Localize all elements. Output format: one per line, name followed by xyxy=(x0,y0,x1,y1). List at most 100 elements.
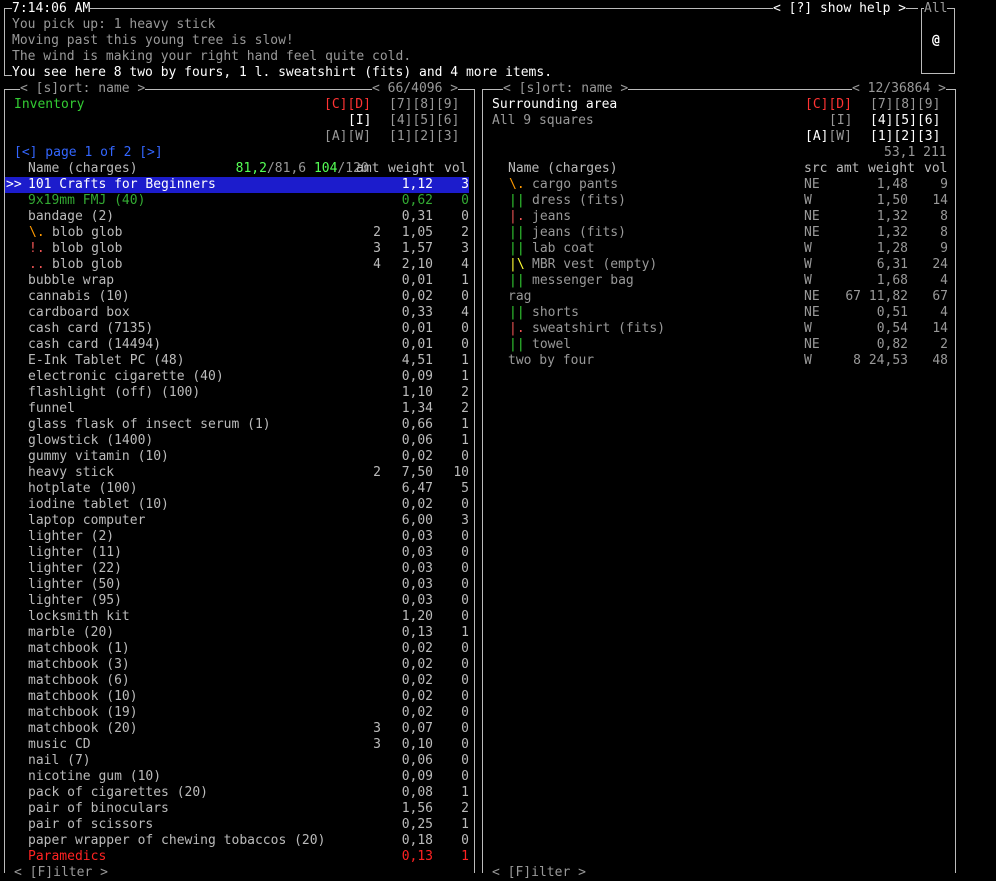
surrounding-row[interactable]: \. cargo pants NE 1,48 9 xyxy=(483,177,953,193)
item-name: cannabis (10) xyxy=(28,289,130,304)
surrounding-row[interactable]: two by four W 8 24,53 48 xyxy=(483,353,953,369)
surrounding-row[interactable]: || towel NE 0,82 2 xyxy=(483,337,953,353)
inventory-row[interactable]: Paramedics 0,13 1 xyxy=(5,849,469,865)
item-weight: 0,01 xyxy=(401,321,433,336)
inventory-row[interactable]: matchbook (10) 0,02 0 xyxy=(5,689,469,705)
item-amount: 3 xyxy=(373,737,381,752)
item-volume: 0 xyxy=(461,193,469,208)
page-navigator[interactable]: [<] page 1 of 2 [>] xyxy=(14,145,163,161)
inventory-row[interactable]: cardboard box 0,33 4 xyxy=(5,305,469,321)
item-name: pair of scissors xyxy=(28,817,154,832)
inventory-row[interactable]: matchbook (1) 0,02 0 xyxy=(5,641,469,657)
inventory-row[interactable]: pair of scissors 0,25 1 xyxy=(5,817,469,833)
inventory-row[interactable]: lighter (50) 0,03 0 xyxy=(5,577,469,593)
inventory-row[interactable]: cash card (14494) 0,01 0 xyxy=(5,337,469,353)
inventory-row[interactable]: glass flask of insect serum (1) 0,66 1 xyxy=(5,417,469,433)
inventory-row[interactable]: nail (7) 0,06 0 xyxy=(5,753,469,769)
inventory-row[interactable]: locksmith kit 1,20 0 xyxy=(5,609,469,625)
item-name: cargo pants xyxy=(532,177,619,192)
inventory-row[interactable]: .. blob glob 4 2,10 4 xyxy=(5,257,469,273)
left-direction-456[interactable]: [4][5][6] xyxy=(389,113,459,129)
inventory-row[interactable]: !. blob glob 3 1,57 3 xyxy=(5,241,469,257)
left-direction-123[interactable]: [1][2][3] xyxy=(389,129,459,145)
surrounding-row[interactable]: || dress (fits) W 1,50 14 xyxy=(483,193,953,209)
left-inventory-key[interactable]: [I] xyxy=(348,113,371,129)
item-name: lighter (11) xyxy=(28,545,122,560)
item-name: locksmith kit xyxy=(28,609,130,624)
item-volume: 0 xyxy=(461,337,469,352)
right-filter-button[interactable]: < [F]ilter > xyxy=(492,865,586,881)
surrounding-row[interactable]: || jeans (fits) NE 1,32 8 xyxy=(483,225,953,241)
item-weight: 0,31 xyxy=(401,209,433,224)
inventory-row[interactable]: E-Ink Tablet PC (48) 4,51 1 xyxy=(5,353,469,369)
item-name: messenger bag xyxy=(532,273,634,288)
left-direction-789[interactable]: [7][8][9] xyxy=(389,97,459,113)
inventory-row[interactable]: cash card (7135) 0,01 0 xyxy=(5,321,469,337)
inventory-row[interactable]: music CD 3 0,10 0 xyxy=(5,737,469,753)
right-direction-123[interactable]: [1][2][3] xyxy=(870,129,940,145)
right-inventory-key[interactable]: [I] xyxy=(829,113,852,129)
surrounding-row[interactable]: || messenger bag W 1,68 4 xyxy=(483,273,953,289)
right-all-key[interactable]: [A] xyxy=(805,129,828,144)
inventory-row[interactable]: lighter (95) 0,03 0 xyxy=(5,593,469,609)
right-worn-key[interactable]: [W] xyxy=(828,129,851,144)
item-volume: 4 xyxy=(940,305,948,320)
item-amount: 67 xyxy=(845,289,861,304)
right-container-cd[interactable]: [C][D] xyxy=(805,97,852,113)
inventory-row[interactable]: flashlight (off) (100) 1,10 2 xyxy=(5,385,469,401)
right-weight-volume: 53,1 211 xyxy=(884,145,947,160)
inventory-row[interactable]: pack of cigarettes (20) 0,08 1 xyxy=(5,785,469,801)
right-direction-789[interactable]: [7][8][9] xyxy=(870,97,940,113)
surrounding-row[interactable]: |. jeans NE 1,32 8 xyxy=(483,209,953,225)
col-name-header[interactable]: Name (charges) xyxy=(508,161,618,177)
inventory-row[interactable]: funnel 1,34 2 xyxy=(5,401,469,417)
item-volume: 3 xyxy=(461,241,469,256)
inventory-row[interactable]: matchbook (19) 0,02 0 xyxy=(5,705,469,721)
right-direction-456[interactable]: [4][5][6] xyxy=(870,113,940,129)
right-worn-keys[interactable]: [A][W] xyxy=(805,129,852,145)
item-amount: 2 xyxy=(373,465,381,480)
item-weight: 4,51 xyxy=(401,353,433,368)
inventory-row[interactable]: iodine tablet (10) 0,02 0 xyxy=(5,497,469,513)
item-weight: 0,07 xyxy=(401,721,433,736)
inventory-row[interactable]: glowstick (1400) 0,06 1 xyxy=(5,433,469,449)
inventory-row[interactable]: laptop computer 6,00 3 xyxy=(5,513,469,529)
inventory-row[interactable]: lighter (22) 0,03 0 xyxy=(5,561,469,577)
inventory-row[interactable]: hotplate (100) 6,47 5 xyxy=(5,481,469,497)
left-container-cd[interactable]: [C][D] xyxy=(324,97,371,113)
surrounding-row[interactable]: |\ MBR vest (empty) W 6,31 24 xyxy=(483,257,953,273)
inventory-row[interactable]: bubble wrap 0,01 1 xyxy=(5,273,469,289)
inventory-row[interactable]: gummy vitamin (10) 0,02 0 xyxy=(5,449,469,465)
item-weight: 0,06 xyxy=(401,433,433,448)
right-sort-button[interactable]: < [s]ort: name > xyxy=(503,81,629,97)
inventory-row[interactable]: marble (20) 0,13 1 xyxy=(5,625,469,641)
left-filter-button[interactable]: < [F]ilter > xyxy=(14,865,108,881)
surrounding-row[interactable]: || shorts NE 0,51 4 xyxy=(483,305,953,321)
surrounding-row[interactable]: |. sweatshirt (fits) W 0,54 14 xyxy=(483,321,953,337)
surrounding-row[interactable]: || lab coat W 1,28 9 xyxy=(483,241,953,257)
inventory-row[interactable]: >> 101 Crafts for Beginners 1,12 3 xyxy=(5,177,469,193)
show-help-button[interactable]: < [?] show help > xyxy=(773,1,907,17)
left-worn-keys[interactable]: [A][W] xyxy=(324,129,371,145)
col-name-header[interactable]: Name (charges) xyxy=(28,161,138,177)
inventory-row[interactable]: bandage (2) 0,31 0 xyxy=(5,209,469,225)
item-weight: 0,25 xyxy=(401,817,433,832)
inventory-row[interactable]: 9x19mm FMJ (40) 0,62 0 xyxy=(5,193,469,209)
inventory-row[interactable]: matchbook (3) 0,02 0 xyxy=(5,657,469,673)
inventory-row[interactable]: paper wrapper of chewing tobaccos (20) 0,… xyxy=(5,833,469,849)
inventory-row[interactable]: pair of binoculars 1,56 2 xyxy=(5,801,469,817)
item-name: pair of binoculars xyxy=(28,801,169,816)
surrounding-row[interactable]: rag NE 67 11,82 67 xyxy=(483,289,953,305)
inventory-row[interactable]: cannabis (10) 0,02 0 xyxy=(5,289,469,305)
inventory-row[interactable]: matchbook (6) 0,02 0 xyxy=(5,673,469,689)
left-sort-button[interactable]: < [s]ort: name > xyxy=(20,81,146,97)
inventory-row[interactable]: \. blob glob 2 1,05 2 xyxy=(5,225,469,241)
inventory-row[interactable]: lighter (11) 0,03 0 xyxy=(5,545,469,561)
inventory-row[interactable]: heavy stick 2 7,50 10 xyxy=(5,465,469,481)
inventory-row[interactable]: nicotine gum (10) 0,09 0 xyxy=(5,769,469,785)
inventory-row[interactable]: electronic cigarette (40) 0,09 1 xyxy=(5,369,469,385)
inventory-row[interactable]: matchbook (20) 3 0,07 0 xyxy=(5,721,469,737)
item-amount: 3 xyxy=(373,721,381,736)
inventory-row[interactable]: lighter (2) 0,03 0 xyxy=(5,529,469,545)
item-name: sweatshirt (fits) xyxy=(532,321,666,336)
